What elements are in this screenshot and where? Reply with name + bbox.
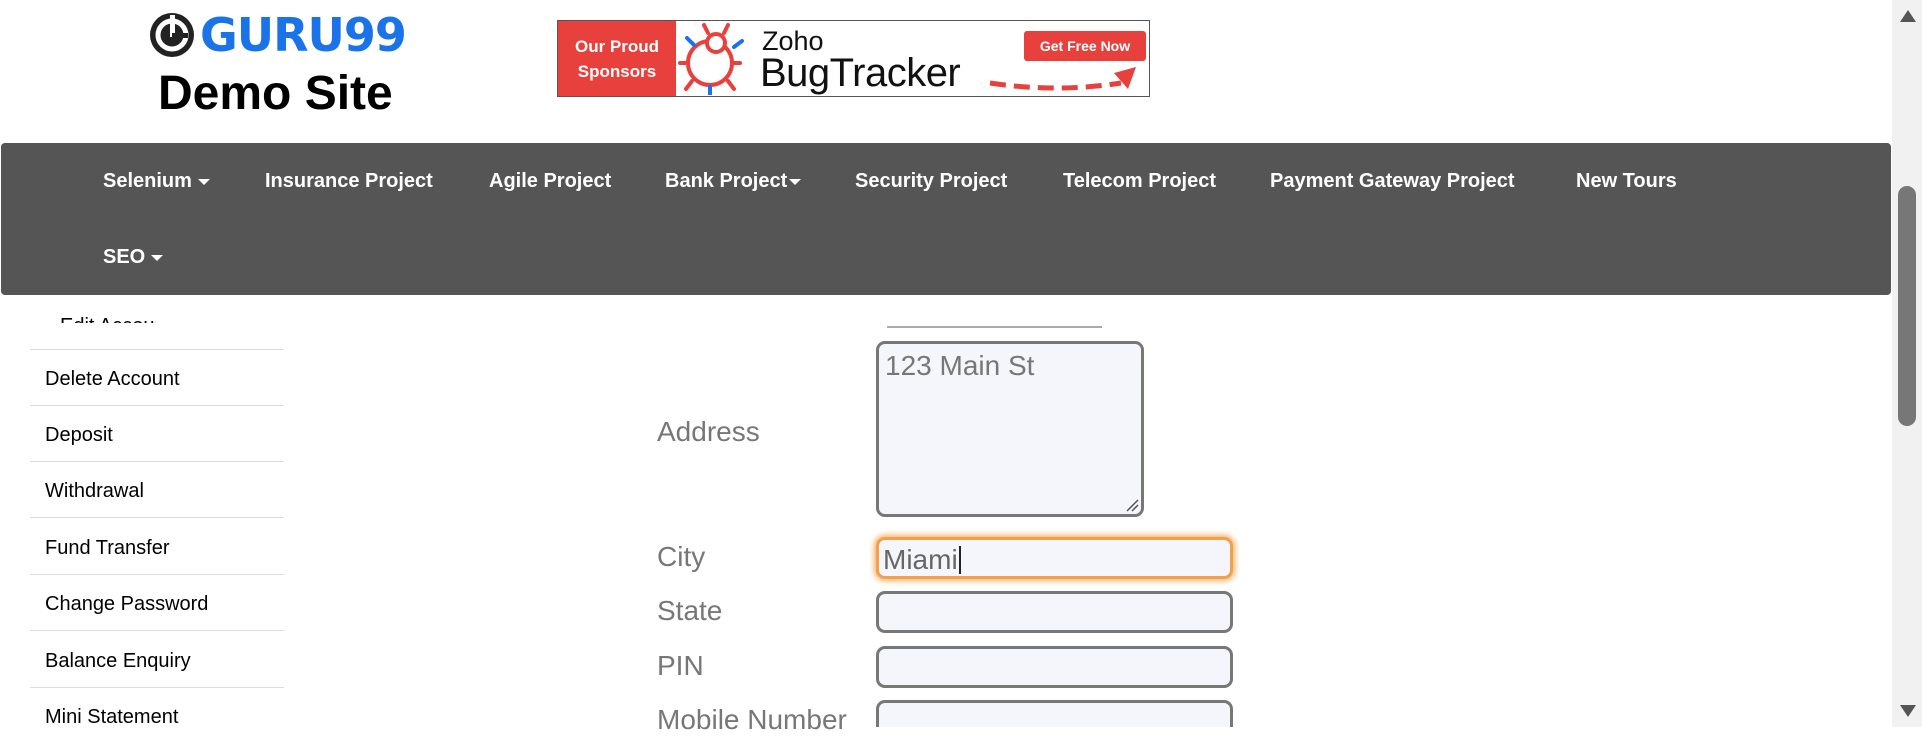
sidebar-item-delete-account[interactable]: Delete Account bbox=[30, 350, 284, 406]
nav-label: Bank Project bbox=[665, 170, 788, 192]
city-label: City bbox=[657, 541, 706, 572]
nav-selenium[interactable]: Selenium bbox=[103, 170, 210, 193]
sidebar-item-label: Deposit bbox=[45, 424, 113, 446]
sponsor-line-1: Our Proud bbox=[574, 36, 660, 56]
sidebar-item-label: Withdrawal bbox=[45, 480, 144, 502]
sidebar-item-balance-enquiry[interactable]: Balance Enquiry bbox=[30, 632, 284, 688]
sidebar-item-label: Balance Enquiry bbox=[45, 650, 191, 672]
sidebar-item-label: Edit Account bbox=[60, 315, 156, 323]
page-scrollbar[interactable] bbox=[1892, 0, 1922, 727]
sidebar-item-fund-transfer[interactable]: Fund Transfer bbox=[30, 519, 284, 575]
sponsor-line-2: Sponsors bbox=[577, 61, 657, 81]
nav-agile-project[interactable]: Agile Project bbox=[489, 170, 611, 193]
caret-down-icon bbox=[151, 254, 164, 261]
nav-bank-project[interactable]: Bank Project bbox=[665, 170, 802, 193]
pin-label: PIN bbox=[657, 650, 704, 681]
get-free-now-button[interactable]: Get Free Now bbox=[1024, 31, 1146, 61]
nav-telecom-project[interactable]: Telecom Project bbox=[1063, 170, 1216, 193]
caret-down-icon bbox=[789, 178, 802, 185]
text-cursor bbox=[959, 546, 961, 574]
main-navbar: Selenium Insurance Project Agile Project… bbox=[1, 143, 1891, 295]
nav-label: Selenium bbox=[103, 170, 192, 192]
nav-insurance-project[interactable]: Insurance Project bbox=[265, 170, 433, 193]
sidebar-item-deposit[interactable]: Deposit bbox=[30, 406, 284, 462]
nav-payment-gateway-project[interactable]: Payment Gateway Project bbox=[1270, 170, 1515, 193]
address-label: Address bbox=[657, 416, 760, 447]
sidebar-item-edit-account[interactable]: Edit Account bbox=[30, 295, 284, 350]
nav-new-tours[interactable]: New Tours bbox=[1576, 170, 1677, 193]
mobile-number-label: Mobile Number bbox=[657, 704, 847, 735]
bug-icon bbox=[678, 23, 744, 95]
sponsor-label: Our Proud Sponsors bbox=[558, 21, 676, 96]
logo-text: GURU99 bbox=[200, 8, 407, 62]
scroll-down-arrow-icon[interactable] bbox=[1900, 705, 1916, 717]
guru99-logo-icon bbox=[150, 13, 194, 57]
caret-down-icon bbox=[197, 178, 210, 185]
sponsor-brand-name: BugTracker bbox=[760, 51, 961, 95]
resize-handle-icon[interactable] bbox=[1125, 498, 1139, 512]
sidebar-item-change-password[interactable]: Change Password bbox=[30, 575, 284, 631]
state-label: State bbox=[657, 595, 723, 626]
sidebar-item-label: Delete Account bbox=[45, 368, 180, 390]
state-input[interactable] bbox=[876, 591, 1233, 633]
address-value: 123 Main St bbox=[885, 350, 1035, 381]
sidebar-item-label: Fund Transfer bbox=[45, 537, 170, 559]
scrollbar-thumb[interactable] bbox=[1898, 186, 1916, 426]
nav-seo[interactable]: SEO bbox=[103, 246, 164, 269]
pin-input[interactable] bbox=[876, 646, 1233, 688]
sidebar-item-label: Change Password bbox=[45, 593, 209, 615]
sponsor-banner[interactable]: Our Proud Sponsors Zoho BugTracker Get F… bbox=[557, 20, 1150, 97]
address-textarea[interactable]: 123 Main St bbox=[876, 341, 1144, 517]
mobile-number-input[interactable] bbox=[876, 700, 1233, 727]
arrow-icon bbox=[989, 67, 1136, 91]
sidebar-item-label: Mini Statement bbox=[45, 706, 179, 728]
site-title: Demo Site bbox=[158, 67, 393, 120]
scroll-up-arrow-icon[interactable] bbox=[1900, 10, 1916, 22]
city-value: Miami bbox=[883, 544, 958, 575]
nav-security-project[interactable]: Security Project bbox=[855, 170, 1007, 193]
previous-field-edge bbox=[887, 326, 1102, 328]
nav-label: SEO bbox=[103, 246, 146, 268]
city-input[interactable]: Miami bbox=[876, 537, 1233, 579]
site-logo[interactable]: GURU99 Demo Site bbox=[148, 6, 408, 120]
sidebar-item-mini-statement[interactable]: Mini Statement bbox=[30, 688, 284, 744]
sidebar-item-withdrawal[interactable]: Withdrawal bbox=[30, 462, 284, 518]
